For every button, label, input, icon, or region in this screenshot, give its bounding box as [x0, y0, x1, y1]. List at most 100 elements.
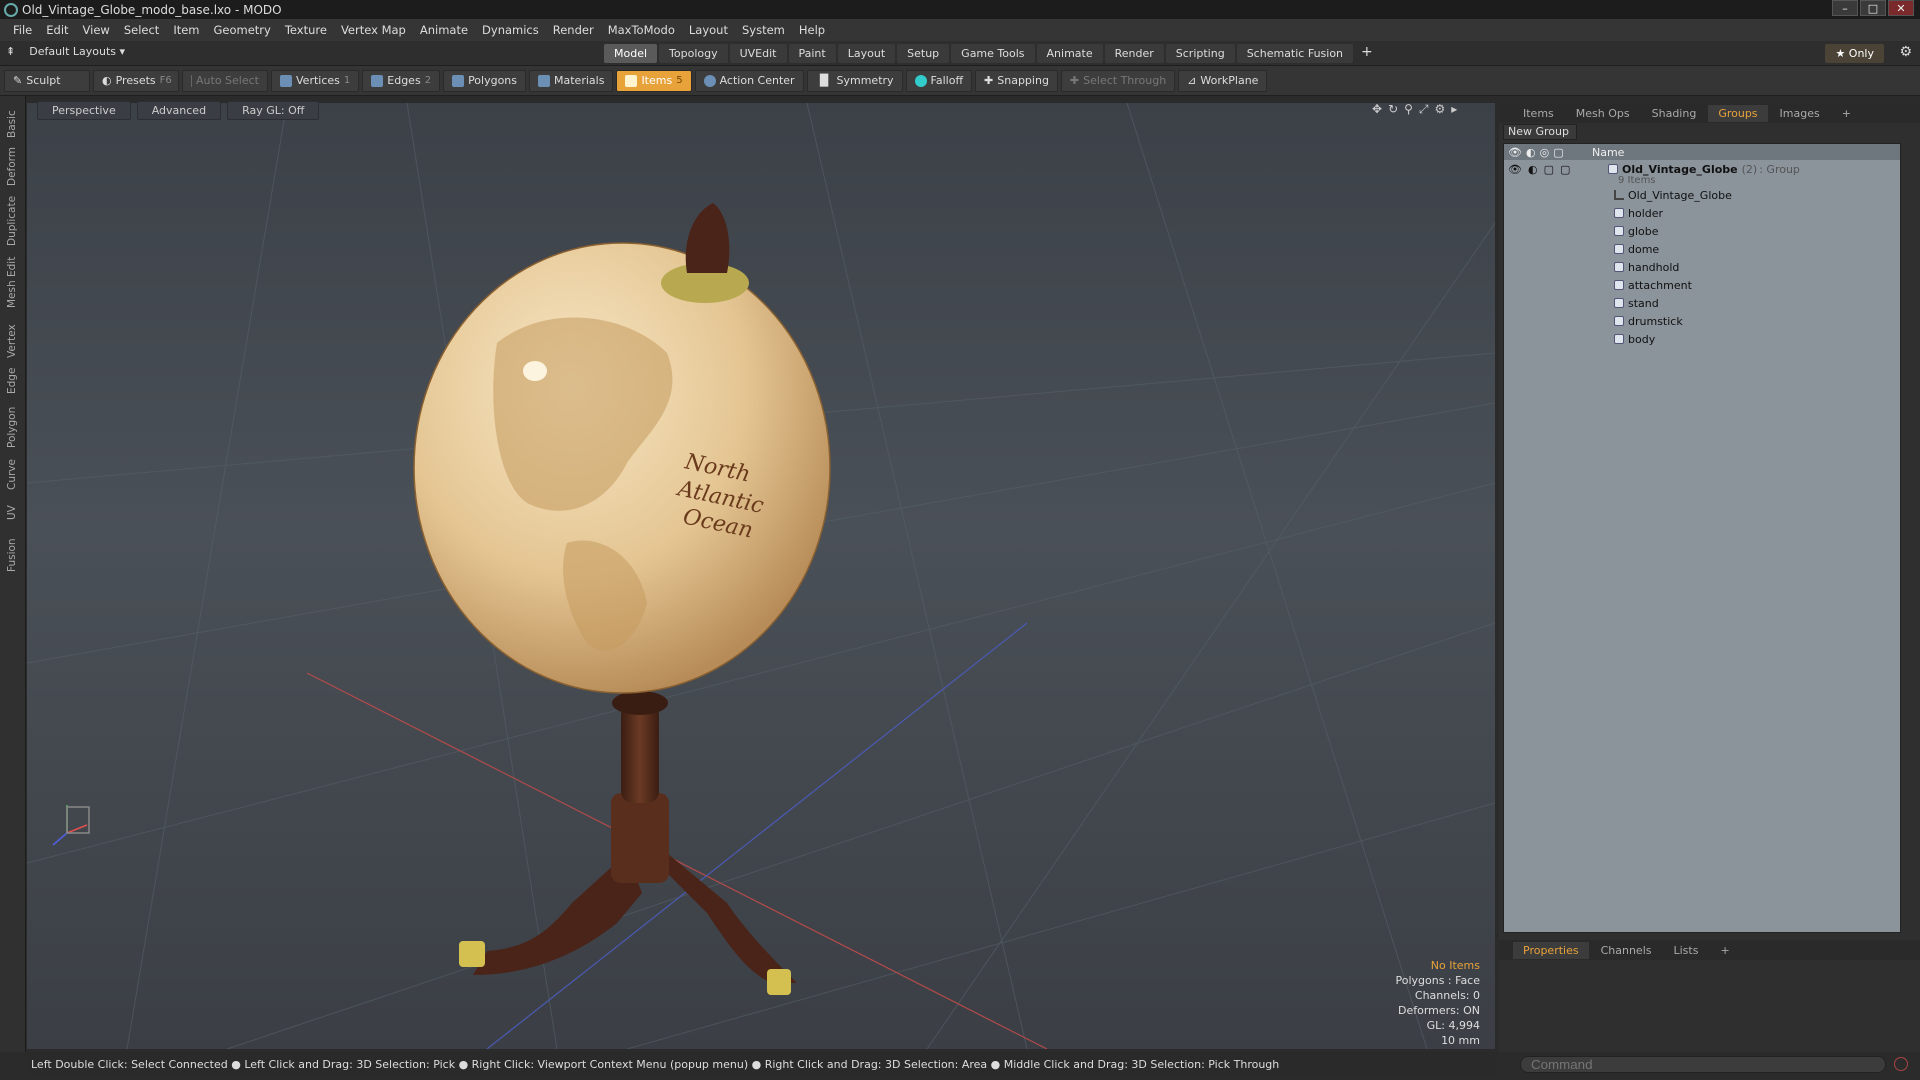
tab-items[interactable]: Items	[1513, 105, 1564, 122]
tab-uvedit[interactable]: UVEdit	[729, 44, 787, 63]
snapping-icon: ✚	[984, 74, 994, 87]
tab-curve[interactable]: Curve	[6, 459, 18, 490]
command-input[interactable]	[1520, 1056, 1886, 1073]
menu-texture[interactable]: Texture	[278, 23, 334, 37]
list-item[interactable]: stand	[1504, 294, 1900, 312]
tab-schematic-fusion[interactable]: Schematic Fusion	[1236, 44, 1354, 63]
edges-button[interactable]: Edges 2	[362, 69, 441, 92]
tab-fusion[interactable]: Fusion	[6, 538, 18, 572]
viewport-expand-icon[interactable]: ▸	[1451, 102, 1457, 117]
tab-mesh-edit[interactable]: Mesh Edit	[6, 257, 18, 308]
shading-mode-dropdown[interactable]: Advanced	[136, 100, 222, 120]
add-props-tab-button[interactable]: +	[1710, 942, 1739, 959]
render-col-icon[interactable]: ◐	[1526, 146, 1536, 159]
new-group-button[interactable]: New Group	[1503, 124, 1577, 140]
group-type: : Group	[1759, 162, 1800, 176]
tab-animate[interactable]: Animate	[1036, 44, 1103, 63]
tab-layout[interactable]: Layout	[837, 44, 896, 63]
tab-lists[interactable]: Lists	[1664, 942, 1709, 959]
items-button[interactable]: Items 5	[616, 69, 692, 92]
tab-model[interactable]: Model	[604, 44, 658, 63]
eye-icon[interactable]: 👁	[1508, 163, 1522, 176]
tab-polygon[interactable]: Polygon	[6, 407, 18, 448]
raygl-toggle[interactable]: Ray GL: Off	[227, 100, 320, 120]
polygons-button[interactable]: Polygons	[443, 69, 527, 92]
menu-vertex-map[interactable]: Vertex Map	[334, 23, 413, 37]
lock-toggle-icon[interactable]: ▢	[1544, 163, 1554, 176]
menu-layout[interactable]: Layout	[682, 23, 735, 37]
menu-item[interactable]: Item	[166, 23, 206, 37]
tab-topology[interactable]: Topology	[659, 44, 728, 63]
sculpt-button[interactable]: ✎ Sculpt	[4, 69, 90, 92]
list-item[interactable]: body	[1504, 330, 1900, 348]
menu-system[interactable]: System	[735, 23, 792, 37]
tab-duplicate[interactable]: Duplicate	[6, 196, 18, 246]
3d-viewport[interactable]: North Atlantic Ocean	[27, 103, 1495, 1049]
tab-paint[interactable]: Paint	[788, 44, 836, 63]
list-item[interactable]: dome	[1504, 240, 1900, 258]
auto-select-button[interactable]: Auto Select	[182, 69, 268, 92]
falloff-button[interactable]: Falloff	[905, 69, 973, 92]
tab-render[interactable]: Render	[1104, 44, 1164, 63]
lock-col-icon[interactable]: ◎	[1540, 146, 1550, 159]
menu-select[interactable]: Select	[117, 23, 166, 37]
rotate-icon[interactable]: ↻	[1388, 102, 1398, 117]
snapping-button[interactable]: ✚ Snapping	[975, 69, 1058, 92]
list-item[interactable]: Old_Vintage_Globe	[1504, 186, 1900, 204]
menu-geometry[interactable]: Geometry	[207, 23, 278, 37]
layout-collapse-icon[interactable]: ⇞	[6, 45, 15, 58]
tab-deform[interactable]: Deform	[6, 147, 18, 186]
tab-channels[interactable]: Channels	[1591, 942, 1662, 959]
tab-shading[interactable]: Shading	[1642, 105, 1707, 122]
action-center-button[interactable]: Action Center	[694, 69, 804, 92]
menu-maxtomodo[interactable]: MaxToModo	[601, 23, 682, 37]
menu-dynamics[interactable]: Dynamics	[475, 23, 546, 37]
list-item[interactable]: attachment	[1504, 276, 1900, 294]
zoom-icon[interactable]: ⚲	[1404, 102, 1413, 117]
add-tab-button[interactable]: +	[1355, 44, 1379, 63]
add-panel-tab-button[interactable]: +	[1832, 105, 1861, 122]
minimize-button[interactable]: –	[1832, 0, 1858, 16]
tab-vertex[interactable]: Vertex	[6, 324, 18, 358]
perspective-dropdown[interactable]: Perspective	[37, 100, 131, 120]
menu-view[interactable]: View	[76, 23, 117, 37]
tab-mesh-ops[interactable]: Mesh Ops	[1566, 105, 1640, 122]
vertices-button[interactable]: Vertices 1	[271, 69, 360, 92]
tab-uv[interactable]: UV	[6, 505, 18, 520]
layouts-dropdown[interactable]: Default Layouts ▾	[29, 45, 125, 58]
select-through-button[interactable]: ✚ Select Through	[1060, 69, 1176, 92]
list-item[interactable]: globe	[1504, 222, 1900, 240]
tab-setup[interactable]: Setup	[897, 44, 950, 63]
tab-edge[interactable]: Edge	[6, 368, 18, 394]
select-col-icon[interactable]: ▢	[1553, 146, 1563, 159]
tab-images[interactable]: Images	[1770, 105, 1830, 122]
gear-icon[interactable]: ⚙	[1899, 44, 1912, 60]
list-item[interactable]: drumstick	[1504, 312, 1900, 330]
tab-properties[interactable]: Properties	[1513, 941, 1589, 959]
menu-render[interactable]: Render	[546, 23, 601, 37]
only-button[interactable]: ★ Only	[1825, 44, 1884, 63]
menu-help[interactable]: Help	[792, 23, 832, 37]
menu-edit[interactable]: Edit	[39, 23, 75, 37]
presets-button[interactable]: ◐ Presets F6	[93, 69, 179, 92]
materials-button[interactable]: Materials	[529, 69, 614, 92]
fit-icon[interactable]: ⤢	[1419, 102, 1429, 117]
symmetry-button[interactable]: ▐▌ Symmetry	[806, 69, 903, 92]
menu-animate[interactable]: Animate	[413, 23, 475, 37]
maximize-button[interactable]: □	[1860, 0, 1886, 16]
list-item[interactable]: handhold	[1504, 258, 1900, 276]
pan-icon[interactable]: ✥	[1372, 102, 1382, 117]
command-history-icon[interactable]	[1894, 1057, 1908, 1071]
tab-game-tools[interactable]: Game Tools	[951, 44, 1035, 63]
visibility-col-icon[interactable]: 👁	[1508, 146, 1522, 159]
tab-scripting[interactable]: Scripting	[1165, 44, 1235, 63]
workplane-button[interactable]: ⊿ WorkPlane	[1178, 69, 1268, 92]
viewport-settings-icon[interactable]: ⚙	[1435, 102, 1446, 117]
select-toggle-icon[interactable]: ▢	[1560, 163, 1570, 176]
tab-groups[interactable]: Groups	[1708, 104, 1768, 122]
list-item[interactable]: holder	[1504, 204, 1900, 222]
render-toggle-icon[interactable]: ◐	[1528, 163, 1538, 176]
menu-file[interactable]: File	[6, 23, 39, 37]
close-button[interactable]: ✕	[1888, 0, 1914, 16]
tab-basic[interactable]: Basic	[6, 110, 18, 138]
